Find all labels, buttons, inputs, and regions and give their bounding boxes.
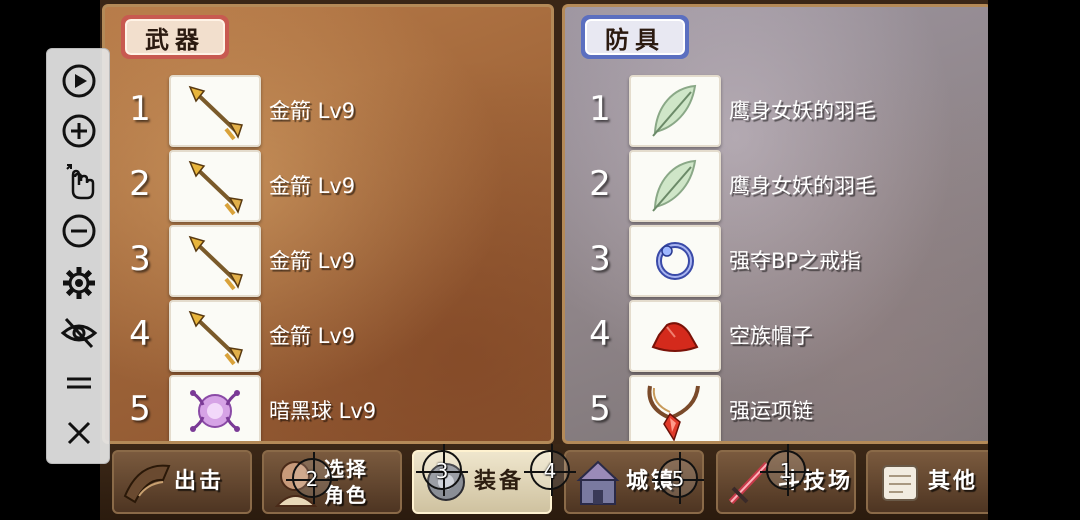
feather-icon[interactable] bbox=[629, 150, 721, 222]
tap-marker: 5 bbox=[652, 452, 704, 504]
item-name: 金箭 Lv9 bbox=[269, 174, 356, 198]
item-name: 鹰身女妖的羽毛 bbox=[729, 99, 876, 123]
item-name: 金箭 Lv9 bbox=[269, 99, 356, 123]
armor-slot-1[interactable]: 1 鹰身女妖的羽毛 bbox=[565, 75, 988, 147]
slot-number: 1 bbox=[589, 89, 611, 129]
slot-number: 5 bbox=[589, 389, 611, 429]
necklace-icon[interactable] bbox=[629, 375, 721, 441]
nav-label: 出击 bbox=[174, 469, 225, 494]
gear-icon[interactable] bbox=[59, 263, 99, 303]
nav-label: 装备 bbox=[474, 469, 525, 494]
weapon-slot-1[interactable]: 1 金箭 Lv9 bbox=[105, 75, 551, 147]
feather-icon[interactable] bbox=[629, 75, 721, 147]
bottom-nav: 出击 选择 角色 装备 城镇 斗技场 其他 2 3 4 5 1 bbox=[100, 444, 988, 520]
sortie-icon bbox=[118, 454, 174, 510]
golden-arrow-icon[interactable] bbox=[169, 225, 261, 297]
armor-slot-4[interactable]: 4 空族帽子 bbox=[565, 300, 988, 372]
armor-slot-5[interactable]: 5 强运项链 bbox=[565, 375, 988, 441]
weapon-slot-2[interactable]: 2 金箭 Lv9 bbox=[105, 150, 551, 222]
item-name: 鹰身女妖的羽毛 bbox=[729, 174, 876, 198]
weapons-panel: 武器 1 金箭 Lv9 2 金箭 Lv9 3 金箭 Lv9 4 金箭 Lv9 5… bbox=[102, 4, 554, 444]
hide-icon[interactable] bbox=[59, 313, 99, 353]
nav-character-select-button[interactable]: 选择 角色 bbox=[262, 450, 402, 514]
slot-number: 4 bbox=[129, 314, 151, 354]
zoom-in-icon[interactable] bbox=[59, 111, 99, 151]
tap-marker: 4 bbox=[524, 444, 576, 496]
item-name: 暗黑球 Lv9 bbox=[269, 399, 377, 423]
tap-marker: 2 bbox=[286, 452, 338, 504]
item-name: 空族帽子 bbox=[729, 324, 813, 348]
slot-number: 4 bbox=[589, 314, 611, 354]
close-icon[interactable] bbox=[59, 413, 99, 453]
tap-gesture-icon[interactable] bbox=[59, 161, 99, 201]
golden-arrow-icon[interactable] bbox=[169, 150, 261, 222]
slot-number: 1 bbox=[129, 89, 151, 129]
weapons-tab-label: 武器 bbox=[125, 19, 225, 55]
weapon-slot-3[interactable]: 3 金箭 Lv9 bbox=[105, 225, 551, 297]
nav-label: 其他 bbox=[928, 469, 979, 494]
red-hat-icon[interactable] bbox=[629, 300, 721, 372]
play-icon[interactable] bbox=[59, 61, 99, 101]
golden-arrow-icon[interactable] bbox=[169, 300, 261, 372]
tap-marker: 1 bbox=[760, 444, 812, 496]
town-icon bbox=[570, 454, 626, 510]
weapon-slot-4[interactable]: 4 金箭 Lv9 bbox=[105, 300, 551, 372]
nav-other-button[interactable]: 其他 bbox=[866, 450, 988, 514]
slot-number: 2 bbox=[129, 164, 151, 204]
tap-marker: 3 bbox=[416, 444, 468, 496]
game-screen: 武器 1 金箭 Lv9 2 金箭 Lv9 3 金箭 Lv9 4 金箭 Lv9 5… bbox=[100, 0, 988, 520]
dark-orb-icon[interactable] bbox=[169, 375, 261, 441]
slot-number: 2 bbox=[589, 164, 611, 204]
armor-tab[interactable]: 防具 bbox=[581, 15, 689, 59]
other-scroll-icon bbox=[872, 454, 928, 510]
item-name: 强运项链 bbox=[729, 399, 813, 423]
golden-arrow-icon[interactable] bbox=[169, 75, 261, 147]
weapons-tab[interactable]: 武器 bbox=[121, 15, 229, 59]
ring-icon[interactable] bbox=[629, 225, 721, 297]
zoom-out-icon[interactable] bbox=[59, 211, 99, 251]
slot-number: 3 bbox=[589, 239, 611, 279]
slot-number: 3 bbox=[129, 239, 151, 279]
armor-slot-3[interactable]: 3 强夺BP之戒指 bbox=[565, 225, 988, 297]
weapon-slot-5[interactable]: 5 暗黑球 Lv9 bbox=[105, 375, 551, 441]
drag-handle-icon[interactable] bbox=[59, 363, 99, 403]
nav-sortie-button[interactable]: 出击 bbox=[112, 450, 252, 514]
armor-panel: 防具 1 鹰身女妖的羽毛 2 鹰身女妖的羽毛 3 强夺BP之戒指 4 空族帽子 … bbox=[562, 4, 988, 444]
nav-label-line2: 角色 bbox=[324, 483, 368, 507]
armor-tab-label: 防具 bbox=[585, 19, 685, 55]
armor-slot-2[interactable]: 2 鹰身女妖的羽毛 bbox=[565, 150, 988, 222]
item-name: 强夺BP之戒指 bbox=[729, 249, 862, 273]
item-name: 金箭 Lv9 bbox=[269, 324, 356, 348]
floating-toolbar bbox=[46, 48, 110, 464]
slot-number: 5 bbox=[129, 389, 151, 429]
item-name: 金箭 Lv9 bbox=[269, 249, 356, 273]
